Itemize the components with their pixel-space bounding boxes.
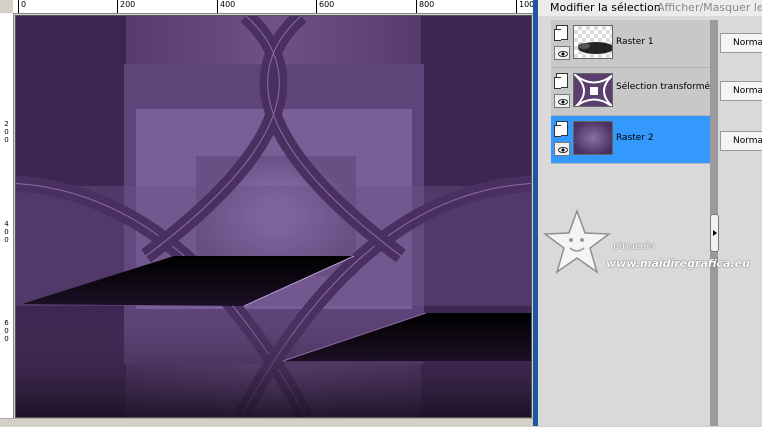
layer-name: Raster 1 xyxy=(616,37,654,47)
layer-name: Raster 2 xyxy=(616,133,654,143)
ruler-label: 800 xyxy=(416,0,434,13)
watermark: pinuccia www.maidiregrafica.eu xyxy=(542,208,752,278)
image-canvas[interactable] xyxy=(15,15,532,418)
modify-selection-button[interactable]: Modifier la sélection xyxy=(550,0,661,16)
show-hide-button[interactable]: Afficher/Masquer les c xyxy=(657,0,762,16)
star-mascot-icon xyxy=(542,208,612,274)
layer-row-raster-2[interactable]: Raster 2 xyxy=(551,116,712,164)
layer-document-icon[interactable] xyxy=(554,25,568,41)
layer-row-raster-1[interactable]: Raster 1 xyxy=(551,20,712,68)
layer-thumbnail xyxy=(573,121,613,155)
blend-mode-select[interactable]: Norma xyxy=(720,33,762,53)
vertical-ruler: 2 0 0 4 0 0 6 0 0 xyxy=(0,13,14,423)
visibility-eye-icon[interactable] xyxy=(554,94,570,108)
watermark-url: www.maidiregrafica.eu xyxy=(606,257,750,270)
image-editor: 0 200 400 600 800 100 2 0 0 4 0 0 6 0 0 xyxy=(0,0,538,427)
watermark-brand: pinuccia xyxy=(613,241,655,252)
layers-panel: Modifier la sélection Afficher/Masquer l… xyxy=(538,0,762,426)
ruler-label: 100 xyxy=(516,0,534,13)
visibility-eye-icon[interactable] xyxy=(554,142,570,156)
layer-document-icon[interactable] xyxy=(554,121,568,137)
ruler-label: 0 xyxy=(18,0,26,13)
ruler-label: 4 0 0 xyxy=(4,220,9,244)
ruler-label: 600 xyxy=(316,0,334,13)
layer-name: Sélection transformée xyxy=(616,82,716,92)
horizontal-ruler: 0 200 400 600 800 100 xyxy=(13,0,538,14)
blend-mode-select[interactable]: Norma xyxy=(720,131,762,151)
ruler-label: 6 0 0 xyxy=(4,319,9,343)
layers-toolbar: Modifier la sélection Afficher/Masquer l… xyxy=(538,0,762,16)
visibility-eye-icon[interactable] xyxy=(554,46,570,60)
ruler-label: 200 xyxy=(117,0,135,13)
ruler-label: 2 0 0 xyxy=(4,120,9,144)
layer-thumbnail xyxy=(573,25,613,59)
layer-document-icon[interactable] xyxy=(554,73,568,89)
ruler-label: 400 xyxy=(217,0,235,13)
layer-row-selection-transformee[interactable]: Sélection transformée xyxy=(551,68,716,116)
layer-thumbnail xyxy=(573,73,613,107)
blend-mode-select[interactable]: Norma xyxy=(720,81,762,101)
